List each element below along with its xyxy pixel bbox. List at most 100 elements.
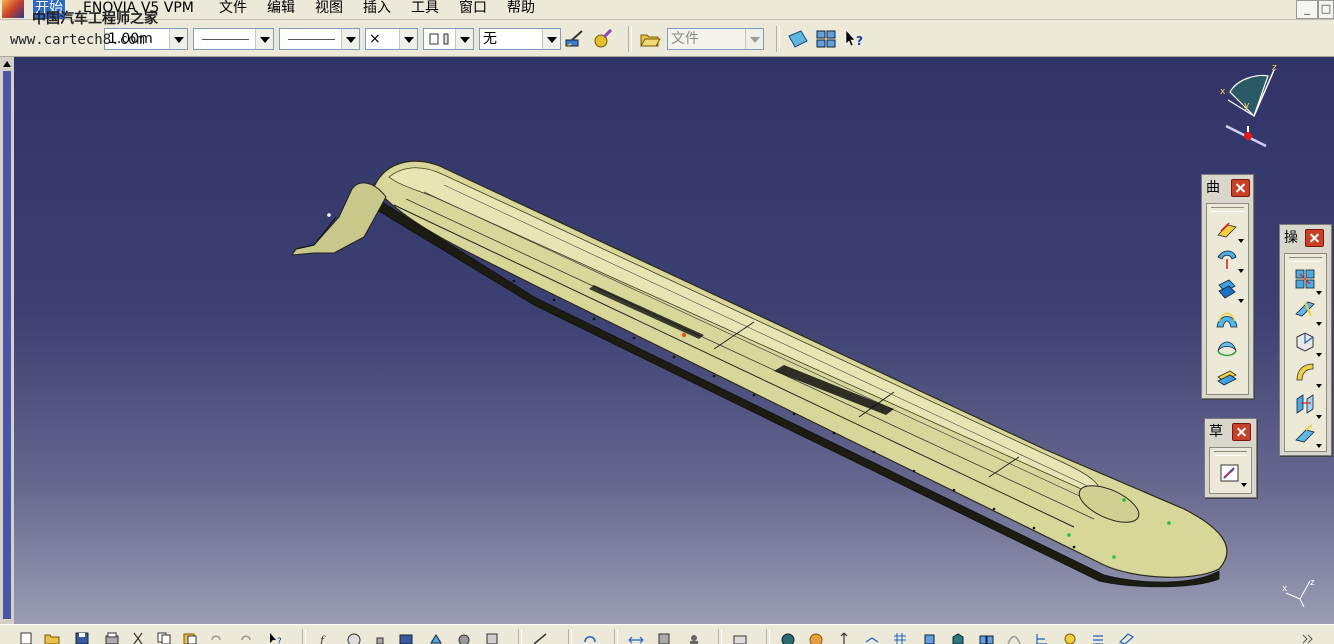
layer-combo[interactable]: 无: [479, 28, 561, 50]
formula-icon[interactable]: f: [318, 632, 334, 644]
grip-handle[interactable]: [1289, 257, 1322, 262]
translate-icon[interactable]: [1293, 391, 1317, 415]
join-surfaces-icon[interactable]: [1293, 267, 1317, 291]
painter-brush-icon[interactable]: [564, 28, 586, 50]
sweep-surface-icon[interactable]: [1215, 307, 1239, 331]
chevron-down-icon[interactable]: [1316, 415, 1322, 419]
split-icon[interactable]: [1293, 298, 1317, 322]
thickness-combo[interactable]: 1.00m: [104, 28, 188, 50]
catalog-icon[interactable]: [456, 632, 472, 644]
menu-file[interactable]: 文件: [217, 0, 249, 19]
shading-icon[interactable]: [780, 632, 796, 644]
tree-icon[interactable]: [1034, 632, 1050, 644]
lock-icon[interactable]: [372, 632, 388, 644]
open-folder-icon[interactable]: [44, 632, 60, 644]
copy-icon[interactable]: [156, 632, 172, 644]
restore-button[interactable]: □: [1318, 0, 1334, 19]
chevron-down-icon[interactable]: [1238, 299, 1244, 303]
help-cursor-icon[interactable]: ?: [268, 632, 284, 644]
chevron-down-icon[interactable]: [745, 29, 763, 49]
scroll-up-arrow-icon[interactable]: [2, 59, 12, 69]
parameters-icon[interactable]: [484, 632, 500, 644]
save-icon[interactable]: [74, 632, 90, 644]
paste-icon[interactable]: [182, 632, 198, 644]
compass-widget[interactable]: x y z: [1210, 60, 1280, 150]
close-icon[interactable]: [1305, 229, 1324, 247]
chevron-down-icon[interactable]: [1316, 291, 1322, 295]
hide-show-icon[interactable]: [732, 632, 748, 644]
design-table-icon[interactable]: [428, 632, 444, 644]
blend-surface-icon[interactable]: [1215, 363, 1239, 387]
menu-edit[interactable]: 编辑: [265, 0, 297, 19]
palette-title[interactable]: 曲: [1206, 178, 1220, 198]
extrude-surface-icon[interactable]: [1215, 217, 1239, 241]
menu-view[interactable]: 视图: [313, 0, 345, 19]
tree-scroll-track[interactable]: [3, 71, 11, 619]
point-type-combo[interactable]: ×: [365, 28, 418, 50]
menu-enovia[interactable]: ENOVIA V5 VPM: [81, 0, 196, 19]
chevron-down-icon[interactable]: [455, 29, 473, 49]
table-icon[interactable]: [398, 632, 414, 644]
minimize-button[interactable]: _: [1296, 0, 1318, 19]
menu-start[interactable]: 开始: [33, 0, 65, 19]
multi-box-icon[interactable]: [978, 632, 994, 644]
cut-icon[interactable]: [130, 632, 146, 644]
whats-this-help-icon[interactable]: ?: [843, 28, 865, 50]
fill-surface-icon[interactable]: [1215, 335, 1239, 359]
grip-handle[interactable]: [1211, 207, 1244, 212]
color-combo[interactable]: [423, 28, 474, 50]
menu-insert[interactable]: 插入: [361, 0, 393, 19]
chevron-down-icon[interactable]: [399, 29, 417, 49]
plane-icon[interactable]: [787, 28, 809, 50]
render-style-icon[interactable]: [808, 632, 824, 644]
knowledge-icon[interactable]: [346, 632, 362, 644]
chevron-down-icon[interactable]: [1316, 322, 1322, 326]
sketch-icon[interactable]: [1218, 461, 1242, 485]
menu-window[interactable]: 窗口: [457, 0, 489, 19]
fit-all-icon[interactable]: [686, 632, 702, 644]
revolve-surface-icon[interactable]: [1215, 247, 1239, 271]
chevron-down-icon[interactable]: [1316, 444, 1322, 448]
open-folder-icon[interactable]: [639, 28, 661, 50]
chevron-down-icon[interactable]: [542, 29, 560, 49]
multi-view-icon[interactable]: [815, 28, 837, 50]
palette-title[interactable]: 操: [1284, 228, 1298, 248]
part-geometry[interactable]: [14, 57, 1334, 624]
chevron-down-icon[interactable]: [1238, 239, 1244, 243]
chevron-down-icon[interactable]: [1316, 384, 1322, 388]
chevron-down-icon[interactable]: [1241, 483, 1247, 487]
catia-logo-icon[interactable]: [2, 0, 24, 18]
extrapolate-icon[interactable]: [1293, 422, 1317, 446]
filter-combo[interactable]: 文件: [667, 28, 764, 50]
list-icon[interactable]: [1090, 632, 1106, 644]
up-arrow-icon[interactable]: [836, 632, 852, 644]
chevron-down-icon[interactable]: [169, 29, 187, 49]
axis-system-icon[interactable]: [864, 632, 880, 644]
curve-icon[interactable]: [1006, 632, 1022, 644]
grid-icon[interactable]: [892, 632, 908, 644]
offset-surface-icon[interactable]: [1215, 277, 1239, 301]
redo-icon[interactable]: [238, 632, 254, 644]
fillet-icon[interactable]: [1293, 360, 1317, 384]
line-type-combo[interactable]: [193, 28, 274, 50]
3d-viewport[interactable]: [14, 57, 1334, 624]
more-chevron-icon[interactable]: [1300, 632, 1316, 644]
close-icon[interactable]: [1231, 179, 1250, 197]
menu-tools[interactable]: 工具: [409, 0, 441, 19]
boundary-icon[interactable]: [1293, 329, 1317, 353]
plane-outline-icon[interactable]: [1118, 632, 1134, 644]
print-icon[interactable]: [104, 632, 120, 644]
chevron-down-icon[interactable]: [255, 29, 273, 49]
light-bulb-icon[interactable]: [1062, 632, 1078, 644]
chevron-down-icon[interactable]: [341, 29, 359, 49]
chevron-down-icon[interactable]: [1238, 269, 1244, 273]
palette-title[interactable]: 草: [1209, 422, 1223, 442]
pan-arrows-icon[interactable]: [628, 632, 644, 644]
undo-icon[interactable]: [208, 632, 224, 644]
menu-help[interactable]: 帮助: [505, 0, 537, 19]
measure-icon[interactable]: [532, 632, 548, 644]
chevron-down-icon[interactable]: [1316, 353, 1322, 357]
new-document-icon[interactable]: [18, 632, 34, 644]
rotate-icon[interactable]: [582, 632, 598, 644]
line-weight-combo[interactable]: [279, 28, 360, 50]
